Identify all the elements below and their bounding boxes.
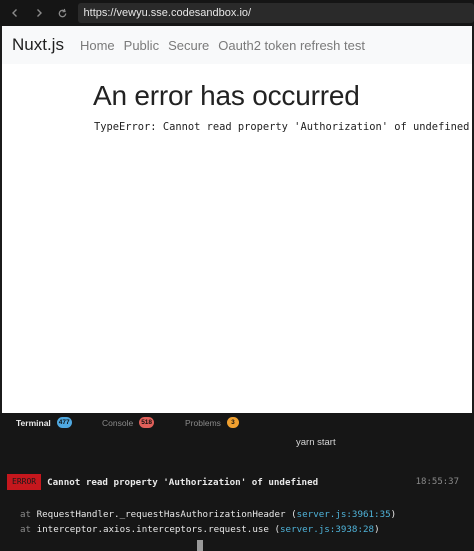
forward-icon[interactable] [30,4,48,22]
tab-console[interactable]: Console 518 [102,417,155,428]
devtools-panel: Terminal 477 Console 518 Problems 3 yarn… [0,413,474,551]
url-field[interactable]: https://vewyu.sse.codesandbox.io/ [77,3,474,23]
stack-function: interceptor.axios.interceptors.request.u… [36,524,275,535]
nav-link-oauth2-refresh[interactable]: Oauth2 token refresh test [218,38,365,53]
error-tag: ERROR [7,474,42,490]
browser-toolbar: https://vewyu.sse.codesandbox.io/ [0,0,474,26]
problems-count-badge: 3 [226,417,239,428]
nav-link-public[interactable]: Public [124,38,159,53]
top-navbar: Nuxt.js Home Public Secure Oauth2 token … [2,26,472,64]
reload-icon[interactable] [54,4,72,22]
stack-frame: at RequestHandler._requestHasAuthorizati… [20,509,396,520]
stack-location-link[interactable]: server.js:3961:35 [297,509,391,520]
error-message: TypeError: Cannot read property 'Authori… [94,121,470,133]
tab-problems[interactable]: Problems 3 [185,417,239,428]
nav-link-secure[interactable]: Secure [168,38,209,53]
nav-link-home[interactable]: Home [80,38,115,53]
terminal-count-badge: 477 [56,417,72,428]
tab-label: Terminal [16,417,51,428]
stack-location-link[interactable]: server.js:3938:28 [280,524,374,535]
tab-terminal[interactable]: Terminal 477 [16,417,72,428]
error-timestamp: 18:55:37 [415,477,459,487]
brand-link[interactable]: Nuxt.js [12,35,64,55]
panel-tabs: Terminal 477 Console 518 Problems 3 [0,413,474,435]
back-icon[interactable] [6,4,24,22]
terminal-error-text: Cannot read property 'Authorization' of … [47,476,319,488]
terminal-cursor[interactable] [197,540,203,551]
stack-frame: at interceptor.axios.interceptors.reques… [20,524,380,535]
tab-label: Problems [185,417,221,428]
console-count-badge: 518 [139,417,155,428]
paren-close: ) [390,509,397,520]
stack-function: RequestHandler._requestHasAuthorizationH… [36,509,292,520]
tab-label: Console [102,417,134,428]
stack-at: at [20,524,37,535]
page-viewport: Nuxt.js Home Public Secure Oauth2 token … [2,26,472,413]
terminal-error-line: ERROR Cannot read property 'Authorizatio… [7,474,467,490]
error-title: An error has occurred [93,80,360,111]
stack-at: at [20,509,37,520]
terminal-command: yarn start [296,437,336,448]
paren-close: ) [374,524,380,535]
